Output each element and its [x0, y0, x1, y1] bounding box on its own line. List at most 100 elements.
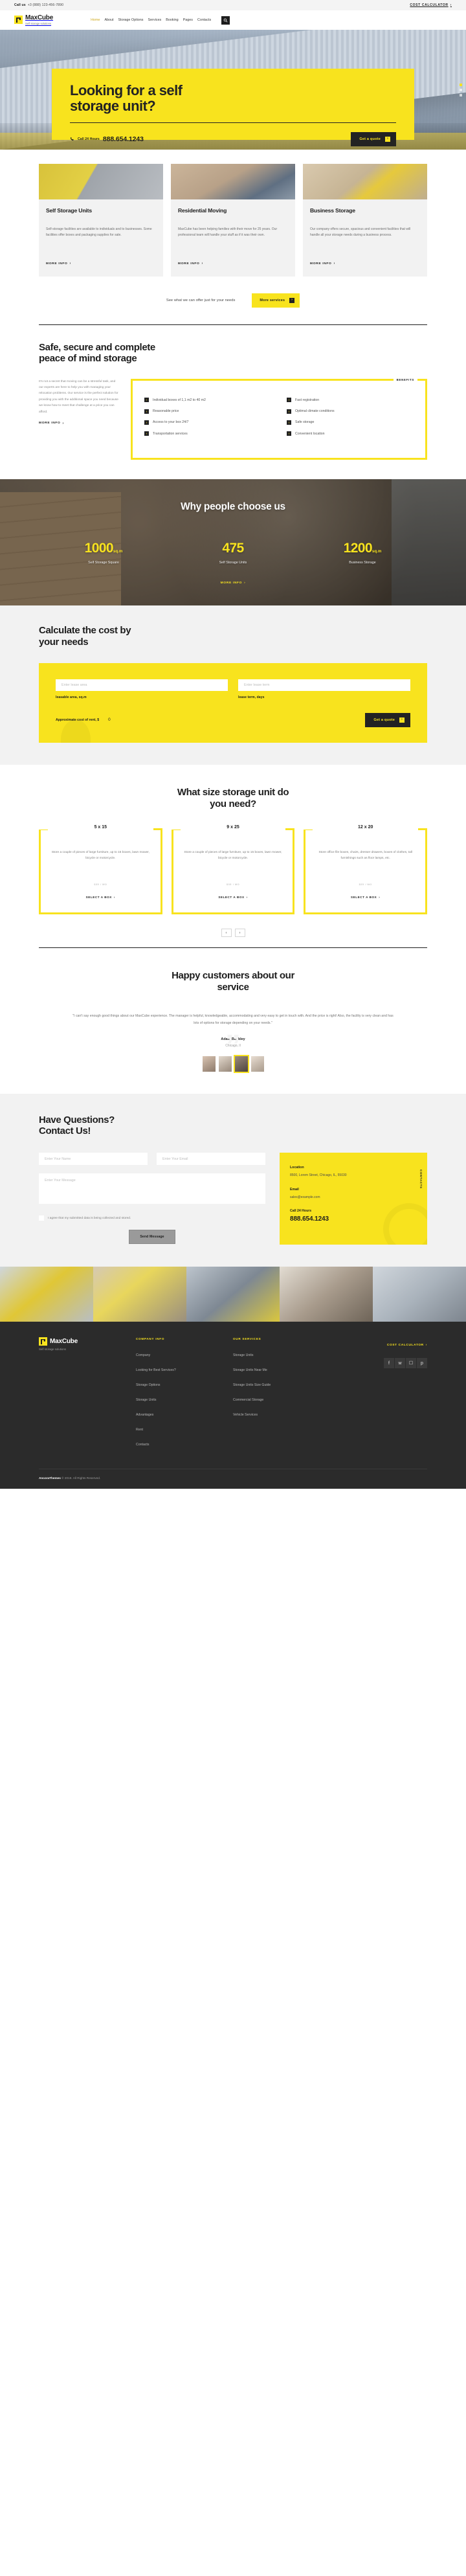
service-more-info-label: MORE INFO: [310, 262, 332, 266]
cost-calculator-link[interactable]: COST CALCULATOR ›: [410, 3, 452, 7]
twitter-icon[interactable]: ᴡ: [395, 1358, 405, 1368]
nav-item-pages[interactable]: Pages: [183, 18, 193, 22]
footer-link-best-services[interactable]: Looking for Best Services?: [136, 1368, 176, 1372]
footer-link-company[interactable]: Company: [136, 1353, 150, 1357]
calculator-get-a-quote-button[interactable]: Get a quote ›: [365, 713, 410, 728]
lease-area-input[interactable]: [56, 679, 228, 692]
service-card[interactable]: Business Storage Our company offers secu…: [303, 164, 427, 277]
sizes-section: What size storage unit do you need? 5 x …: [0, 765, 466, 947]
hero-cta-label: Get a quote: [359, 137, 381, 141]
gallery-image[interactable]: [280, 1267, 373, 1322]
select-a-box-button[interactable]: SELECT A BOX ›: [86, 896, 115, 899]
contact-email-input[interactable]: [157, 1153, 265, 1165]
service-card-title: Self Storage Units: [46, 207, 92, 214]
top-bar-contact: Call us +3 (888) 123-456-7890: [14, 3, 63, 7]
footer-link-rent[interactable]: Rent: [136, 1428, 143, 1432]
copyright-text: © 2019. All Rights Reserved.: [60, 1476, 101, 1480]
benefits-column-left: › Individual boxes of 1,1 m2 to 40 m2 › …: [144, 398, 271, 442]
size-card-name: 5 x 15: [39, 825, 162, 830]
facebook-icon[interactable]: f: [384, 1358, 394, 1368]
size-card-text: Store a couple of pieces of large furnit…: [51, 851, 150, 860]
logo[interactable]: MaxCube Self storage solutions: [14, 15, 53, 25]
footer-link-contacts[interactable]: Contacts: [136, 1443, 149, 1447]
footer-service-commercial-storage[interactable]: Commercial Storage: [233, 1398, 263, 1402]
email-value[interactable]: sales@example.com: [290, 1195, 417, 1201]
top-bar-phone[interactable]: +3 (888) 123-456-7890: [28, 3, 63, 7]
lease-term-input[interactable]: [238, 679, 410, 692]
chevron-right-icon: ›: [289, 297, 295, 303]
testimonials-title-line-2: service: [217, 982, 249, 993]
nav-item-storage-options[interactable]: Storage Options: [118, 18, 144, 22]
service-more-info-link[interactable]: MORE INFO ›: [46, 262, 71, 266]
size-card[interactable]: 5 x 15 Store a couple of pieces of large…: [39, 825, 162, 915]
nav-item-about[interactable]: About: [104, 18, 113, 22]
footer-service-size-guide[interactable]: Storage Units Size Guide: [233, 1383, 271, 1387]
benefits-intro-text: It's not a secret that moving can be a s…: [39, 379, 118, 414]
hero-slider-dots[interactable]: [460, 83, 462, 96]
avatar[interactable]: [250, 1056, 264, 1072]
consent-checkbox[interactable]: [39, 1215, 44, 1221]
footer-service-vehicle-services[interactable]: Vehicle Services: [233, 1413, 258, 1417]
size-card[interactable]: 12 x 20 Store office file boxes, chairs,…: [304, 825, 428, 915]
select-a-box-label: SELECT A BOX: [351, 896, 377, 899]
service-more-info-label: MORE INFO: [46, 262, 68, 266]
footer-service-storage-units-near-me[interactable]: Storage Units Near Me: [233, 1368, 267, 1372]
phone-value[interactable]: 888.654.1243: [290, 1215, 417, 1223]
nav-item-contacts[interactable]: Contacts: [197, 18, 211, 22]
avatar[interactable]: [202, 1056, 216, 1072]
gallery-image[interactable]: [373, 1267, 466, 1322]
gallery-image[interactable]: [0, 1267, 93, 1322]
hero-card: Looking for a self storage unit? Call 24…: [52, 69, 414, 146]
instagram-icon[interactable]: ☐: [406, 1358, 416, 1368]
sizes-slider-nav: ‹ ›: [39, 929, 427, 938]
stats-more-info-link[interactable]: MORE INFO ›: [221, 582, 246, 585]
service-more-info-link[interactable]: MORE INFO ›: [310, 262, 335, 266]
contact-message-input[interactable]: [39, 1173, 265, 1204]
nav-item-home[interactable]: Home: [91, 18, 100, 22]
cost-calculator-label: COST CALCULATOR: [410, 3, 449, 7]
contact-name-input[interactable]: [39, 1153, 148, 1165]
footer-company-title: COMPANY INFO: [136, 1337, 165, 1340]
testimonials-title: Happy customers about our service: [39, 970, 427, 993]
more-services-button[interactable]: More services ›: [252, 293, 300, 308]
benefits-more-info-link[interactable]: MORE INFO ›: [39, 422, 64, 425]
footer-link-storage-units[interactable]: Storage Units: [136, 1398, 156, 1402]
size-card[interactable]: 9 x 25 Store a couple of pieces of large…: [171, 825, 295, 915]
select-a-box-button[interactable]: SELECT A BOX ›: [218, 896, 247, 899]
hero-phone[interactable]: 888.654.1243: [103, 135, 144, 143]
size-card-price-wrap: $35 / MO: [180, 881, 287, 887]
benefits-title: Safe, secure and complete peace of mind …: [39, 342, 427, 365]
hero-dot-2[interactable]: [460, 88, 462, 91]
calculator-box: leasable area, sq.m lease term, days App…: [39, 663, 427, 743]
hero-divider: [70, 122, 396, 123]
service-card[interactable]: Residential Moving MaxCube has been help…: [171, 164, 295, 277]
send-message-button[interactable]: Send Message: [129, 1230, 175, 1244]
footer-link-storage-options[interactable]: Storage Options: [136, 1383, 161, 1387]
service-more-info-link[interactable]: MORE INFO ›: [178, 262, 203, 266]
footer-cost-calculator-label: COST CALCULATOR: [386, 1344, 424, 1347]
gallery-image[interactable]: [186, 1267, 280, 1322]
pinterest-icon[interactable]: p: [417, 1358, 427, 1368]
quote-mark-icon: ”: [225, 1029, 241, 1064]
sizes-prev-button[interactable]: ‹: [221, 929, 232, 938]
logo-text: MaxCube Self storage solutions: [25, 15, 53, 25]
size-card-text: Store office file boxes, chairs, dresser…: [318, 851, 412, 860]
chevron-right-icon: ›: [144, 398, 149, 403]
hero-dot-3[interactable]: [460, 93, 462, 96]
search-button[interactable]: [221, 16, 230, 25]
contact-title-line-1: Have Questions?: [39, 1114, 115, 1125]
service-card-image: [303, 164, 427, 199]
nav-item-services[interactable]: Services: [148, 18, 162, 22]
select-a-box-button[interactable]: SELECT A BOX ›: [351, 896, 380, 899]
sizes-next-button[interactable]: ›: [234, 929, 245, 938]
hero-dot-1[interactable]: [460, 83, 462, 86]
footer-link-advantages[interactable]: Advantages: [136, 1413, 153, 1417]
gallery-image[interactable]: [93, 1267, 186, 1322]
hero-get-a-quote-button[interactable]: Get a quote ›: [351, 131, 396, 146]
service-card[interactable]: Self Storage Units Self-storage faciliti…: [39, 164, 163, 277]
footer-cost-calculator-link[interactable]: COST CALCULATOR ›: [387, 1344, 427, 1347]
footer-service-storage-units[interactable]: Storage Units: [233, 1353, 253, 1357]
nav-item-booking[interactable]: Booking: [166, 18, 178, 22]
calculator-title-line-1: Calculate the cost by: [39, 625, 131, 637]
phone-title: Call 24 Hours: [290, 1209, 312, 1213]
